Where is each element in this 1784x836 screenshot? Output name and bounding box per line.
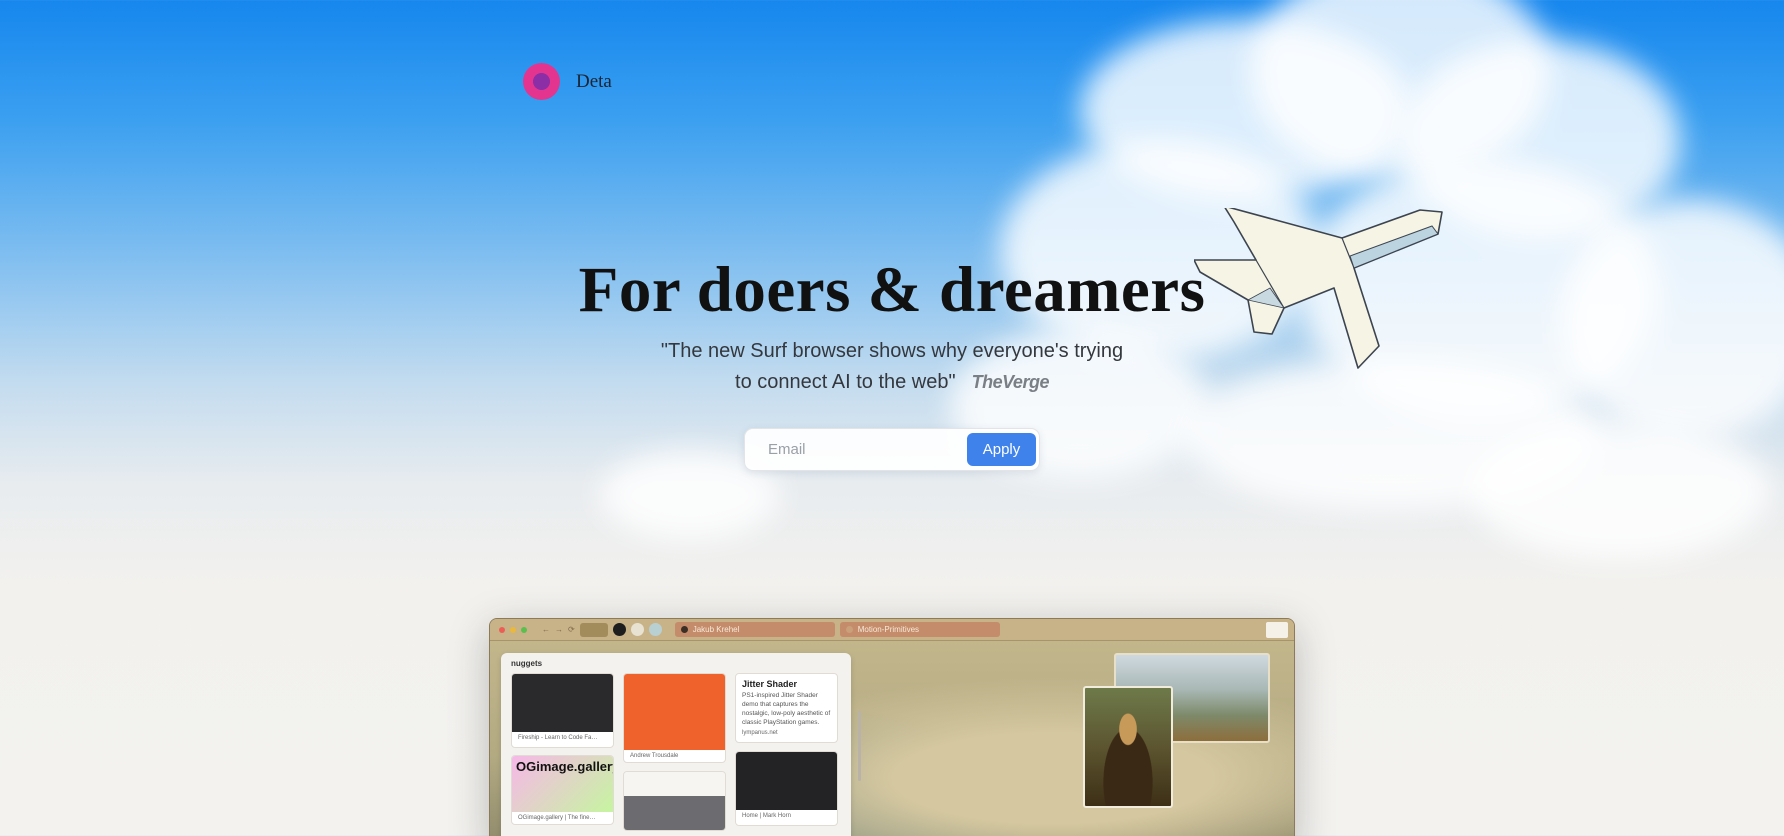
tab-favicon-icon [612, 623, 626, 636]
card-title: OGimage.gallery [516, 759, 614, 774]
brand-name: Deta [576, 70, 612, 92]
card-home: Home | Mark Horn [735, 751, 838, 826]
apply-button[interactable]: Apply [967, 433, 1036, 466]
card-site: lympanus.net [742, 730, 778, 736]
card-andrew: Andrew Trousdale [623, 673, 726, 763]
hero-title: For doers & dreamers [578, 254, 1206, 326]
verge-logo: TheVerge [971, 372, 1050, 392]
card-caption: Andrew Trousdale [630, 753, 679, 759]
card-title: Jitter Shader [742, 679, 798, 689]
card-description: PS1-inspired Jitter Shader demo that cap… [742, 692, 831, 726]
panel-scrollbar [858, 711, 861, 781]
browser-tab: Motion-Primitives [839, 622, 1000, 637]
card-article [623, 771, 726, 831]
card-image [736, 752, 837, 810]
browser-thumbnail [1266, 622, 1288, 638]
card-caption: OGimage.gallery | The fine… [518, 815, 596, 821]
tab-label: Jakub Krehel [692, 625, 740, 634]
browser-toolbar: ← → ⟳ Jakub Krehel Motion-Primitives [490, 619, 1294, 641]
logo-mark-icon [523, 63, 560, 100]
card-image [512, 674, 613, 732]
email-input[interactable] [748, 432, 967, 467]
browser-tab: Jakub Krehel [674, 622, 835, 637]
card-image [624, 772, 725, 830]
card-caption: Fireship - Learn to Code Fa… [518, 735, 598, 741]
space-selector [579, 622, 608, 637]
reload-icon: ⟳ [568, 625, 575, 634]
tab-favicon-icon [630, 623, 644, 636]
card-jitter: Jitter Shader PS1-inspired Jitter Shader… [735, 673, 838, 743]
nuggets-panel: nuggets Fireship - Learn to Code Fa… And… [501, 653, 861, 836]
avatar [680, 626, 688, 633]
card-ogimage: OGimage.gallery OGimage.gallery | The fi… [511, 755, 614, 825]
card-caption: Home | Mark Horn [742, 813, 791, 819]
close-dot-icon [499, 626, 505, 633]
signup-form: Apply [744, 428, 1040, 471]
tab-favicon-icon [648, 623, 662, 636]
card-fireship: Fireship - Learn to Code Fa… [511, 673, 614, 748]
panel-title: nuggets [511, 659, 543, 668]
press-quote: "The new Surf browser shows why everyone… [0, 336, 1784, 398]
forward-arrow-icon: → [555, 625, 563, 634]
minimize-dot-icon [510, 626, 516, 633]
maximize-dot-icon [521, 626, 527, 633]
back-arrow-icon: ← [542, 625, 550, 634]
card-image [624, 674, 725, 750]
browser-screenshot: ← → ⟳ Jakub Krehel Motion-Primitives nug… [489, 618, 1295, 836]
quote-line-1: "The new Surf browser shows why everyone… [660, 340, 1124, 362]
tab-favicon-icon [845, 626, 853, 633]
quote-line-2: to connect AI to the web" [735, 371, 956, 393]
paper-plane-icon [1194, 208, 1443, 369]
card-image: OGimage.gallery [512, 756, 613, 812]
mona-lisa-painting [1083, 686, 1173, 808]
brand-logo[interactable]: Deta [523, 63, 612, 100]
tab-label: Motion-Primitives [857, 625, 920, 634]
